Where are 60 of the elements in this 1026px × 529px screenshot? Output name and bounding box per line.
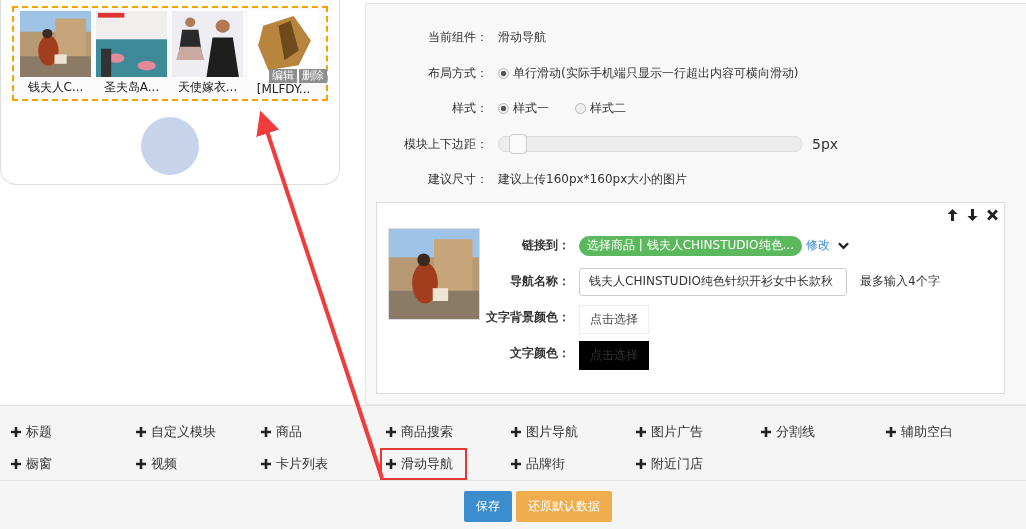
add-component-button[interactable]: 分割线	[755, 416, 821, 448]
field-label: 文字颜色：	[509, 345, 571, 362]
radio-label[interactable]: 样式二	[590, 100, 626, 118]
plus-icon	[636, 427, 646, 437]
radio-button[interactable]	[498, 67, 509, 79]
add-component-button[interactable]: 标题	[5, 416, 58, 448]
save-button[interactable]: 保存	[464, 491, 512, 522]
product-caption: 天使嫁衣...	[177, 79, 238, 96]
add-component-button[interactable]: 图片广告	[630, 416, 709, 448]
plus-icon	[261, 427, 271, 437]
plus-icon	[386, 427, 396, 437]
nav-name-field[interactable]: 钱夫人CHINSTUDIO纯色针织开衫女中长款秋	[579, 267, 847, 296]
chevron-down-icon[interactable]	[838, 241, 849, 250]
plus-icon	[761, 427, 771, 437]
plus-icon	[11, 459, 21, 469]
plus-icon	[261, 459, 271, 469]
field-value: 建议上传160px*160px大小的图片	[498, 171, 688, 189]
field-label: 建议尺寸：	[427, 171, 489, 189]
plus-icon	[136, 427, 146, 437]
field-label: 当前组件：	[427, 29, 489, 47]
move-down-icon[interactable]	[967, 208, 978, 221]
add-component-button[interactable]: 自定义模块	[130, 416, 222, 448]
plus-icon	[11, 427, 21, 437]
field-label: 文字背景颜色：	[485, 309, 571, 326]
field-value: 滑动导航	[498, 29, 546, 47]
radio-button[interactable]	[498, 103, 509, 115]
field-label: 链接到：	[521, 237, 571, 254]
add-component-button[interactable]: 附近门店	[630, 448, 709, 480]
field-label: 样式：	[451, 100, 489, 118]
add-component-button[interactable]: 品牌街	[505, 448, 571, 480]
add-component-button[interactable]: 卡片列表	[255, 448, 334, 480]
plus-icon	[511, 427, 521, 437]
product-caption: 圣夫岛A...	[103, 79, 160, 96]
color-picker-button[interactable]: 点击选择	[579, 305, 649, 334]
product-caption: 钱夫人C...	[27, 79, 84, 96]
slider-handle[interactable]	[509, 134, 528, 155]
product-caption: [MLFDY...	[256, 82, 311, 96]
field-label: 布局方式：	[427, 64, 489, 82]
plus-icon	[636, 459, 646, 469]
add-component-button[interactable]: 辅助空白	[880, 416, 959, 448]
add-component-button[interactable]: 滑动导航	[380, 448, 467, 480]
hint-text: 最多输入4个字	[860, 273, 940, 290]
add-component-button[interactable]: 橱窗	[5, 448, 58, 480]
radio-button[interactable]	[575, 103, 586, 115]
field-label: 模块上下边距：	[403, 135, 489, 153]
field-label: 导航名称：	[509, 273, 571, 290]
move-up-icon[interactable]	[947, 208, 958, 221]
slider-value: 5px	[812, 136, 839, 153]
plus-icon	[386, 459, 396, 469]
add-component-button[interactable]: 商品	[255, 416, 308, 448]
modify-link[interactable]: 修改	[806, 237, 830, 254]
add-component-button[interactable]: 商品搜索	[380, 416, 459, 448]
plus-icon	[511, 459, 521, 469]
radio-label[interactable]: 样式一	[513, 100, 549, 118]
radio-label[interactable]: 单行滑动(实际手机端只显示一行超出内容可横向滑动)	[513, 64, 799, 82]
add-component-button[interactable]: 图片导航	[505, 416, 584, 448]
add-component-button[interactable]: 视频	[130, 448, 183, 480]
plus-icon	[136, 459, 146, 469]
plus-icon	[886, 427, 896, 437]
close-icon[interactable]	[987, 208, 998, 221]
